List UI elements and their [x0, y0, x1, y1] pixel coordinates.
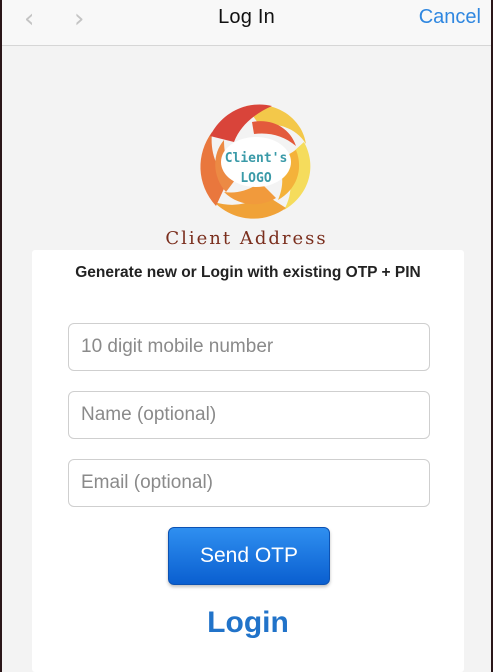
logo-line1: Client's — [225, 151, 288, 166]
form-instructions: Generate new or Login with existing OTP … — [75, 264, 421, 281]
name-input[interactable] — [68, 391, 430, 439]
login-sheet: ‹ › Log In Cancel Client's LOGO Client A… — [0, 0, 493, 672]
logo-swirl-icon: Client's LOGO — [200, 104, 311, 219]
page-title: Log In — [218, 6, 275, 28]
client-logo: Client's LOGO — [186, 100, 326, 230]
navigation-bar: ‹ › Log In Cancel — [2, 0, 491, 46]
logo-line2: LOGO — [240, 171, 271, 186]
email-input[interactable] — [68, 459, 430, 507]
mobile-number-input[interactable] — [68, 323, 430, 371]
client-address: Client Address — [165, 228, 328, 249]
send-otp-button[interactable]: Send OTP — [168, 527, 330, 585]
login-link[interactable]: Login — [32, 606, 464, 640]
login-form-card: Generate new or Login with existing OTP … — [32, 250, 464, 672]
cancel-button[interactable]: Cancel — [419, 6, 481, 29]
